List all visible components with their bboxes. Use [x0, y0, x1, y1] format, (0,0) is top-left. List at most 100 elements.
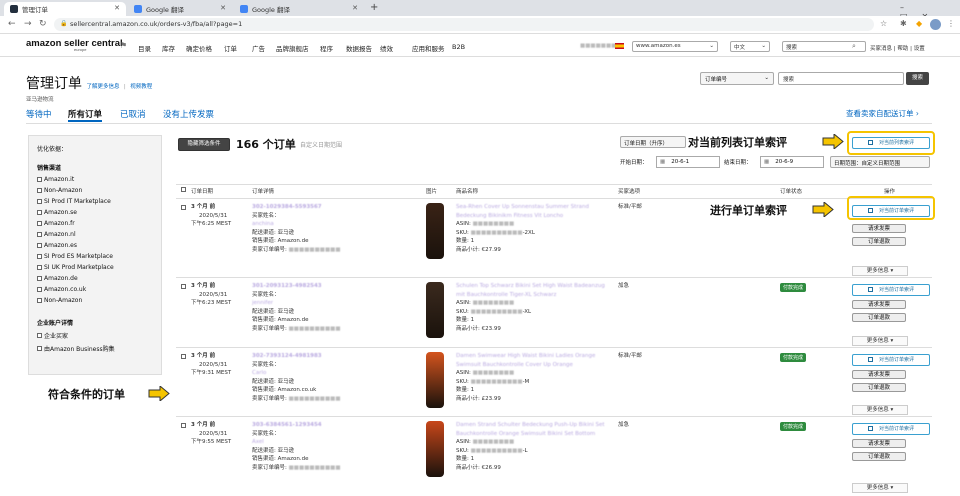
tab-pending[interactable]: 等待中: [26, 108, 52, 120]
sales-channel-option[interactable]: Amazon.de: [37, 275, 153, 282]
product-image[interactable]: [426, 282, 444, 338]
nav-item-9[interactable]: 应用和服务: [412, 43, 445, 53]
tab-all-orders[interactable]: 所有订单: [68, 108, 102, 120]
checkbox[interactable]: [37, 210, 42, 215]
checkbox[interactable]: [37, 199, 42, 204]
settings-link[interactable]: 设置: [914, 46, 925, 52]
nav-item-0[interactable]: 目录: [138, 43, 151, 53]
refund-order-button[interactable]: 订单退款: [852, 237, 906, 246]
more-info-button[interactable]: 更多信息 ▾: [852, 405, 908, 415]
checkbox[interactable]: [37, 243, 42, 248]
close-icon[interactable]: ✕: [114, 4, 120, 12]
product-image[interactable]: [426, 352, 444, 408]
tab-google-translate-1[interactable]: Google 翻译 ✕: [128, 2, 232, 16]
sales-channel-option[interactable]: Amazon.es: [37, 242, 153, 249]
request-review-button[interactable]: 对当前订单索评: [852, 354, 930, 366]
checkbox[interactable]: [37, 221, 42, 226]
checkbox[interactable]: [37, 276, 42, 281]
checkbox[interactable]: [37, 298, 42, 303]
product-image[interactable]: [426, 421, 444, 477]
sales-channel-option[interactable]: Amazon.it: [37, 176, 153, 183]
buyer-messages-link[interactable]: 买家消息: [870, 46, 892, 52]
tab-google-translate-2[interactable]: Google 翻译 ✕: [234, 2, 364, 16]
language-select[interactable]: 中文 ⌄: [730, 41, 770, 52]
product-title-link[interactable]: Sea-Rhen Cover Up Sonnenstau Summer Stra…: [456, 204, 589, 219]
amazon-logo[interactable]: amazon seller central europe: [26, 38, 123, 52]
request-invoice-button[interactable]: 请求发票: [852, 370, 906, 379]
row-checkbox[interactable]: [181, 354, 188, 361]
back-arrow-icon[interactable]: ←: [8, 19, 16, 29]
nav-item-6[interactable]: 程序: [320, 43, 333, 53]
refund-order-button[interactable]: 订单退款: [852, 313, 906, 322]
nav-item-8[interactable]: 绩效: [380, 43, 393, 53]
menu-dots-icon[interactable]: ⋮: [947, 19, 955, 29]
sales-channel-option[interactable]: SI Prod ES Marketplace: [37, 253, 153, 260]
nav-item-10[interactable]: B2B: [452, 43, 465, 51]
sales-channel-option[interactable]: Non-Amazon: [37, 297, 153, 304]
row-checkbox[interactable]: [181, 423, 188, 430]
url-input[interactable]: 🔒 sellercentral.amazon.co.uk/orders-v3/f…: [54, 18, 874, 31]
tab-no-invoice[interactable]: 没有上传发票: [163, 108, 214, 120]
checkbox[interactable]: [37, 177, 42, 182]
checkbox[interactable]: [37, 254, 42, 259]
extension-icon-2[interactable]: ◆: [916, 19, 922, 29]
product-image[interactable]: [426, 203, 444, 259]
buyer-name-link[interactable]: anchina: [252, 221, 274, 227]
refine-button[interactable]: 隐藏筛选条件: [178, 138, 230, 151]
sort-select[interactable]: 订单日期（升序）: [620, 136, 686, 148]
date-range-select[interactable]: 日期范围：自定义日期范围: [830, 156, 930, 168]
forward-arrow-icon[interactable]: →: [24, 19, 32, 29]
col-order-date[interactable]: 订单日期: [191, 187, 213, 195]
nav-item-7[interactable]: 数据报告: [346, 43, 372, 53]
reload-icon[interactable]: ↻: [39, 19, 47, 29]
order-search-input[interactable]: 搜索: [778, 72, 904, 85]
nav-item-2[interactable]: 确定价格: [186, 43, 212, 53]
nav-item-4[interactable]: 广告: [252, 43, 265, 53]
refund-order-button[interactable]: 订单退款: [852, 452, 906, 461]
request-review-button[interactable]: 对当前订单索评: [852, 284, 930, 296]
search-type-select[interactable]: 订单编号 ⌄: [700, 72, 774, 85]
sales-channel-option[interactable]: SI UK Prod Marketplace: [37, 264, 153, 271]
avatar[interactable]: [930, 19, 941, 30]
end-date-input[interactable]: ▦ 20-6-9: [760, 156, 824, 168]
star-icon[interactable]: ☆: [880, 19, 887, 29]
buyer-name-link[interactable]: Axel: [252, 439, 264, 445]
product-title-link[interactable]: Schulen Top Schwarz Bikini Set High Wais…: [456, 283, 605, 298]
product-title-link[interactable]: Damen Swimwear High Waist Bikini Ladies …: [456, 353, 595, 368]
new-tab-button[interactable]: +: [370, 2, 378, 13]
row-checkbox[interactable]: [181, 205, 188, 212]
request-invoice-button[interactable]: 请求发票: [852, 439, 906, 448]
video-tutorial-link[interactable]: 视频教程: [130, 84, 152, 90]
buyer-name-link[interactable]: Carlo: [252, 370, 266, 376]
buyer-name-link[interactable]: jennifer: [252, 300, 273, 306]
order-id-link[interactable]: 303-6384561-1293454: [252, 422, 322, 428]
extension-icon[interactable]: ✱: [900, 19, 907, 29]
more-info-button[interactable]: 更多信息 ▾: [852, 483, 908, 493]
request-invoice-button[interactable]: 请求发票: [852, 300, 906, 309]
view-seller-fulfilled-link[interactable]: 查看卖家自配送订单 ›: [846, 108, 919, 119]
search-icon[interactable]: ⌕: [852, 42, 856, 51]
close-icon[interactable]: ✕: [220, 4, 226, 12]
sales-channel-option[interactable]: Non-Amazon: [37, 187, 153, 194]
tab-manage-orders[interactable]: 管理订单 ✕: [4, 2, 126, 16]
more-info-button[interactable]: 更多信息 ▾: [852, 266, 908, 276]
checkbox[interactable]: [37, 232, 42, 237]
select-all-checkbox[interactable]: [181, 187, 188, 194]
checkbox[interactable]: [37, 188, 42, 193]
order-id-link[interactable]: 301-2093123-4982543: [252, 283, 322, 289]
marketplace-select[interactable]: www.amazon.es ⌄: [632, 41, 718, 52]
row-checkbox[interactable]: [181, 284, 188, 291]
checkbox[interactable]: [37, 265, 42, 270]
checkbox[interactable]: [37, 346, 42, 351]
request-invoice-button[interactable]: 请求发票: [852, 224, 906, 233]
search-button[interactable]: 搜索: [906, 72, 929, 85]
more-info-button[interactable]: 更多信息 ▾: [852, 336, 908, 346]
business-option[interactable]: 企业买家: [37, 331, 153, 340]
business-option[interactable]: 由Amazon Business购集: [37, 344, 153, 353]
close-icon[interactable]: ✕: [352, 4, 358, 12]
nav-item-5[interactable]: 品牌旗舰店: [276, 43, 309, 53]
checkbox[interactable]: [37, 287, 42, 292]
request-review-button[interactable]: 对当前订单索评: [852, 423, 930, 435]
flag-icon[interactable]: ⚑: [120, 41, 127, 50]
checkbox[interactable]: [37, 333, 42, 338]
